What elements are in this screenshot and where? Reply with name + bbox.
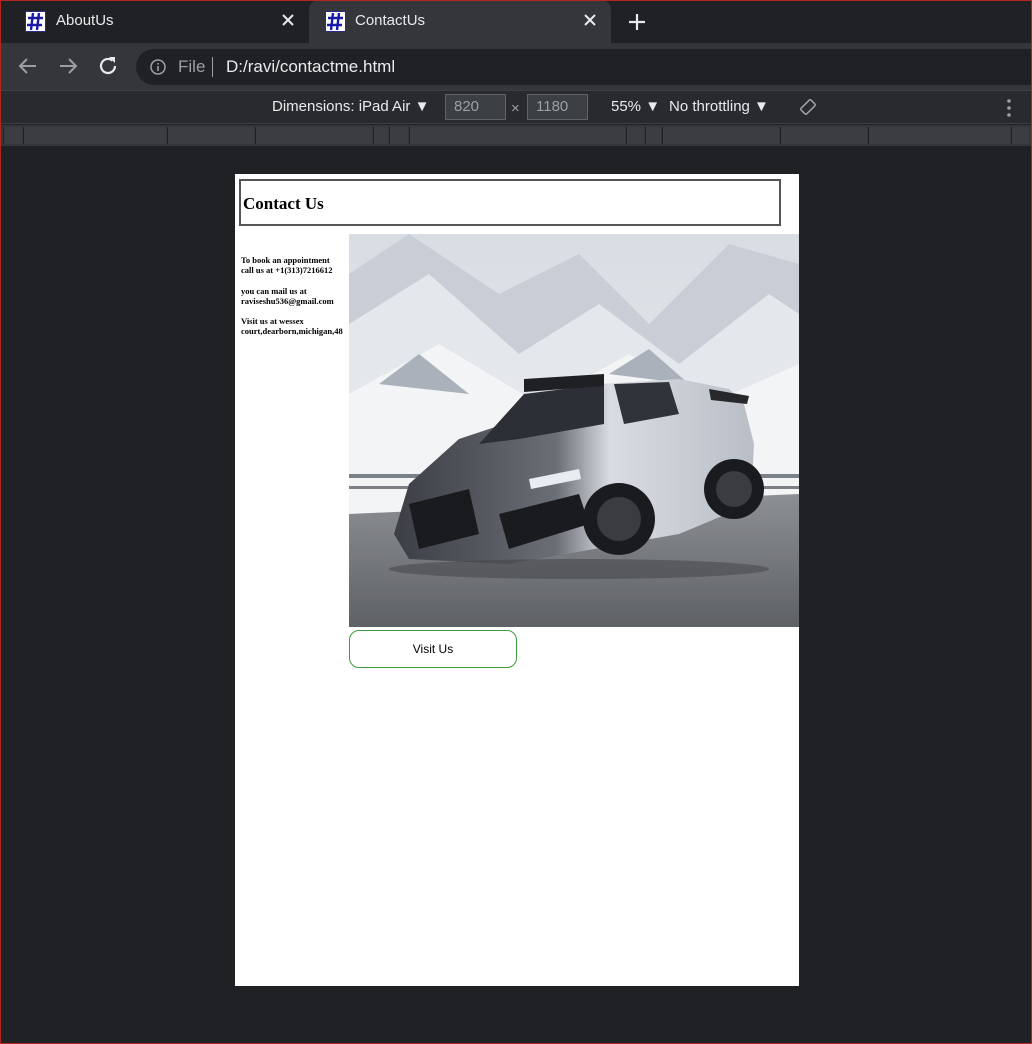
url-text[interactable]: D:/ravi/contactme.html <box>226 57 395 77</box>
tab-aboutus[interactable]: AboutUs <box>1 1 309 43</box>
throttling-dropdown[interactable]: No throttling ▼ <box>669 98 769 115</box>
ruler-segment[interactable] <box>662 127 779 144</box>
visit-us-button[interactable]: Visit Us <box>349 630 517 668</box>
dimensions-label: Dimensions: iPad Air <box>272 98 411 115</box>
page-header: Contact Us <box>239 179 781 226</box>
hash-favicon-icon <box>25 11 46 32</box>
ruler-segment[interactable] <box>868 127 1010 144</box>
ruler-segment[interactable] <box>373 127 388 144</box>
dropdown-arrow-icon: ▼ <box>414 98 430 115</box>
zoom-dropdown[interactable]: 55% ▼ <box>611 98 660 115</box>
reload-icon[interactable] <box>97 55 119 77</box>
contact-info: To book an appointment call us at +1(313… <box>241 255 351 347</box>
ruler-segment[interactable] <box>389 127 408 144</box>
url-separator <box>212 57 213 77</box>
dropdown-arrow-icon: ▼ <box>754 98 769 115</box>
email-text: you can mail us at raviseshu536@gmail.co… <box>241 285 334 306</box>
dropdown-arrow-icon: ▼ <box>645 98 661 115</box>
more-options-icon[interactable] <box>1005 98 1013 118</box>
rotate-icon[interactable] <box>799 98 817 116</box>
browser-toolbar: File D:/ravi/contactme.html <box>1 43 1031 90</box>
ruler-segment[interactable] <box>780 127 867 144</box>
height-input[interactable]: 1180 <box>527 94 588 120</box>
back-arrow-icon[interactable] <box>17 55 39 77</box>
tab-strip: AboutUs ContactUs <box>1 1 1031 43</box>
address-bar[interactable]: File D:/ravi/contactme.html <box>136 49 1031 85</box>
ruler-segment[interactable] <box>645 127 661 144</box>
tab-title: ContactUs <box>355 12 426 29</box>
media-query-ruler <box>1 125 1031 146</box>
ruler-segment[interactable] <box>23 127 166 144</box>
ruler-segment[interactable] <box>626 127 644 144</box>
phone-text: To book an appointment call us at +1(313… <box>241 255 333 275</box>
throttling-label: No throttling <box>669 98 750 115</box>
emulated-page: Contact Us To book an appointment call u… <box>235 174 799 986</box>
tab-contactus[interactable]: ContactUs <box>309 1 611 43</box>
ruler-segment[interactable] <box>1011 127 1029 144</box>
zoom-label: 55% <box>611 98 642 115</box>
close-icon[interactable] <box>279 11 297 29</box>
url-scheme-label: File <box>178 57 206 76</box>
address-text: Visit us at wessex court,dearborn,michig… <box>241 316 343 336</box>
close-icon[interactable] <box>581 11 599 29</box>
dimensions-dropdown[interactable]: Dimensions: iPad Air ▼ <box>272 98 429 115</box>
width-input[interactable]: 820 <box>445 94 506 120</box>
ruler-segment[interactable] <box>167 127 254 144</box>
forward-arrow-icon[interactable] <box>57 55 79 77</box>
device-toolbar: Dimensions: iPad Air ▼ 820 × 1180 55% ▼ … <box>1 90 1031 124</box>
car-image <box>349 234 799 627</box>
new-tab-plus-icon[interactable] <box>625 10 649 34</box>
hash-favicon-icon <box>325 11 346 32</box>
ruler-segment[interactable] <box>409 127 625 144</box>
times-label: × <box>511 100 520 117</box>
ruler-segment[interactable] <box>3 127 22 144</box>
tab-title: AboutUs <box>56 12 114 29</box>
page-title: Contact Us <box>243 194 324 213</box>
ruler-segment[interactable] <box>255 127 372 144</box>
info-icon[interactable] <box>150 59 166 75</box>
